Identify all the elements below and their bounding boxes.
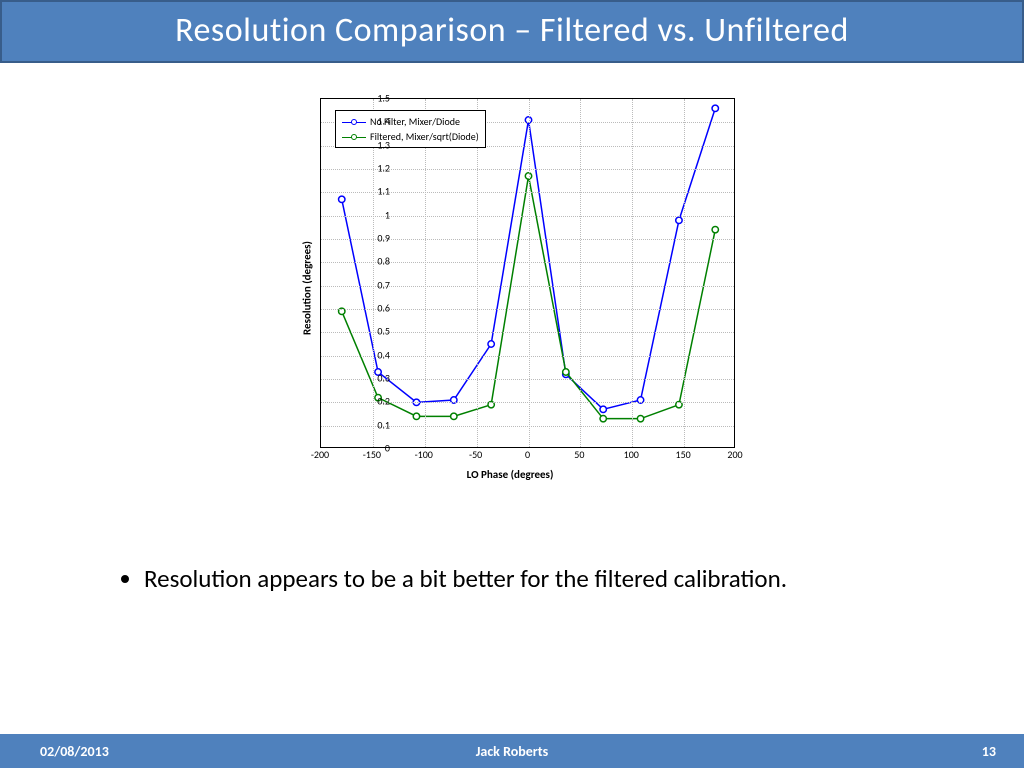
- y-tick: 0.4: [360, 348, 390, 361]
- x-axis-label: LO Phase (degrees): [265, 468, 755, 481]
- x-tick: 150: [676, 448, 691, 461]
- slide-title: Resolution Comparison – Filtered vs. Unf…: [0, 0, 1024, 63]
- legend: No Filter, Mixer/Diode Filtered, Mixer/s…: [335, 110, 486, 148]
- y-tick: 1.3: [360, 138, 390, 151]
- y-tick: 0: [360, 442, 390, 455]
- x-tick: 100: [624, 448, 639, 461]
- y-tick: 0.2: [360, 395, 390, 408]
- footer-author: Jack Roberts: [0, 743, 1024, 760]
- y-tick: 0.6: [360, 302, 390, 315]
- y-axis-label: Resolution (degrees): [300, 241, 313, 335]
- x-tick: -50: [469, 448, 482, 461]
- y-tick: 0.8: [360, 255, 390, 268]
- y-tick: 1.2: [360, 162, 390, 175]
- footer-page: 13: [982, 743, 996, 760]
- x-tick: 0: [525, 448, 530, 461]
- x-tick: -100: [415, 448, 433, 461]
- y-tick: 0.7: [360, 278, 390, 291]
- x-tick: 200: [727, 448, 742, 461]
- y-tick: 0.5: [360, 325, 390, 338]
- y-tick: 0.1: [360, 418, 390, 431]
- y-tick: 0.9: [360, 232, 390, 245]
- y-tick: 1.5: [360, 92, 390, 105]
- content-area: Resolution (degrees) LO Phase (degrees) …: [0, 63, 1024, 768]
- resolution-chart: Resolution (degrees) LO Phase (degrees) …: [265, 88, 755, 488]
- y-tick: 1: [360, 208, 390, 221]
- x-tick: 50: [574, 448, 584, 461]
- y-tick: 1.4: [360, 115, 390, 128]
- bullet-list: Resolution appears to be a bit better fo…: [120, 563, 964, 594]
- footer: 02/08/2013 Jack Roberts 13: [0, 734, 1024, 768]
- x-tick: -200: [311, 448, 329, 461]
- y-tick: 0.3: [360, 372, 390, 385]
- bullet-item: Resolution appears to be a bit better fo…: [144, 563, 964, 594]
- y-tick: 1.1: [360, 185, 390, 198]
